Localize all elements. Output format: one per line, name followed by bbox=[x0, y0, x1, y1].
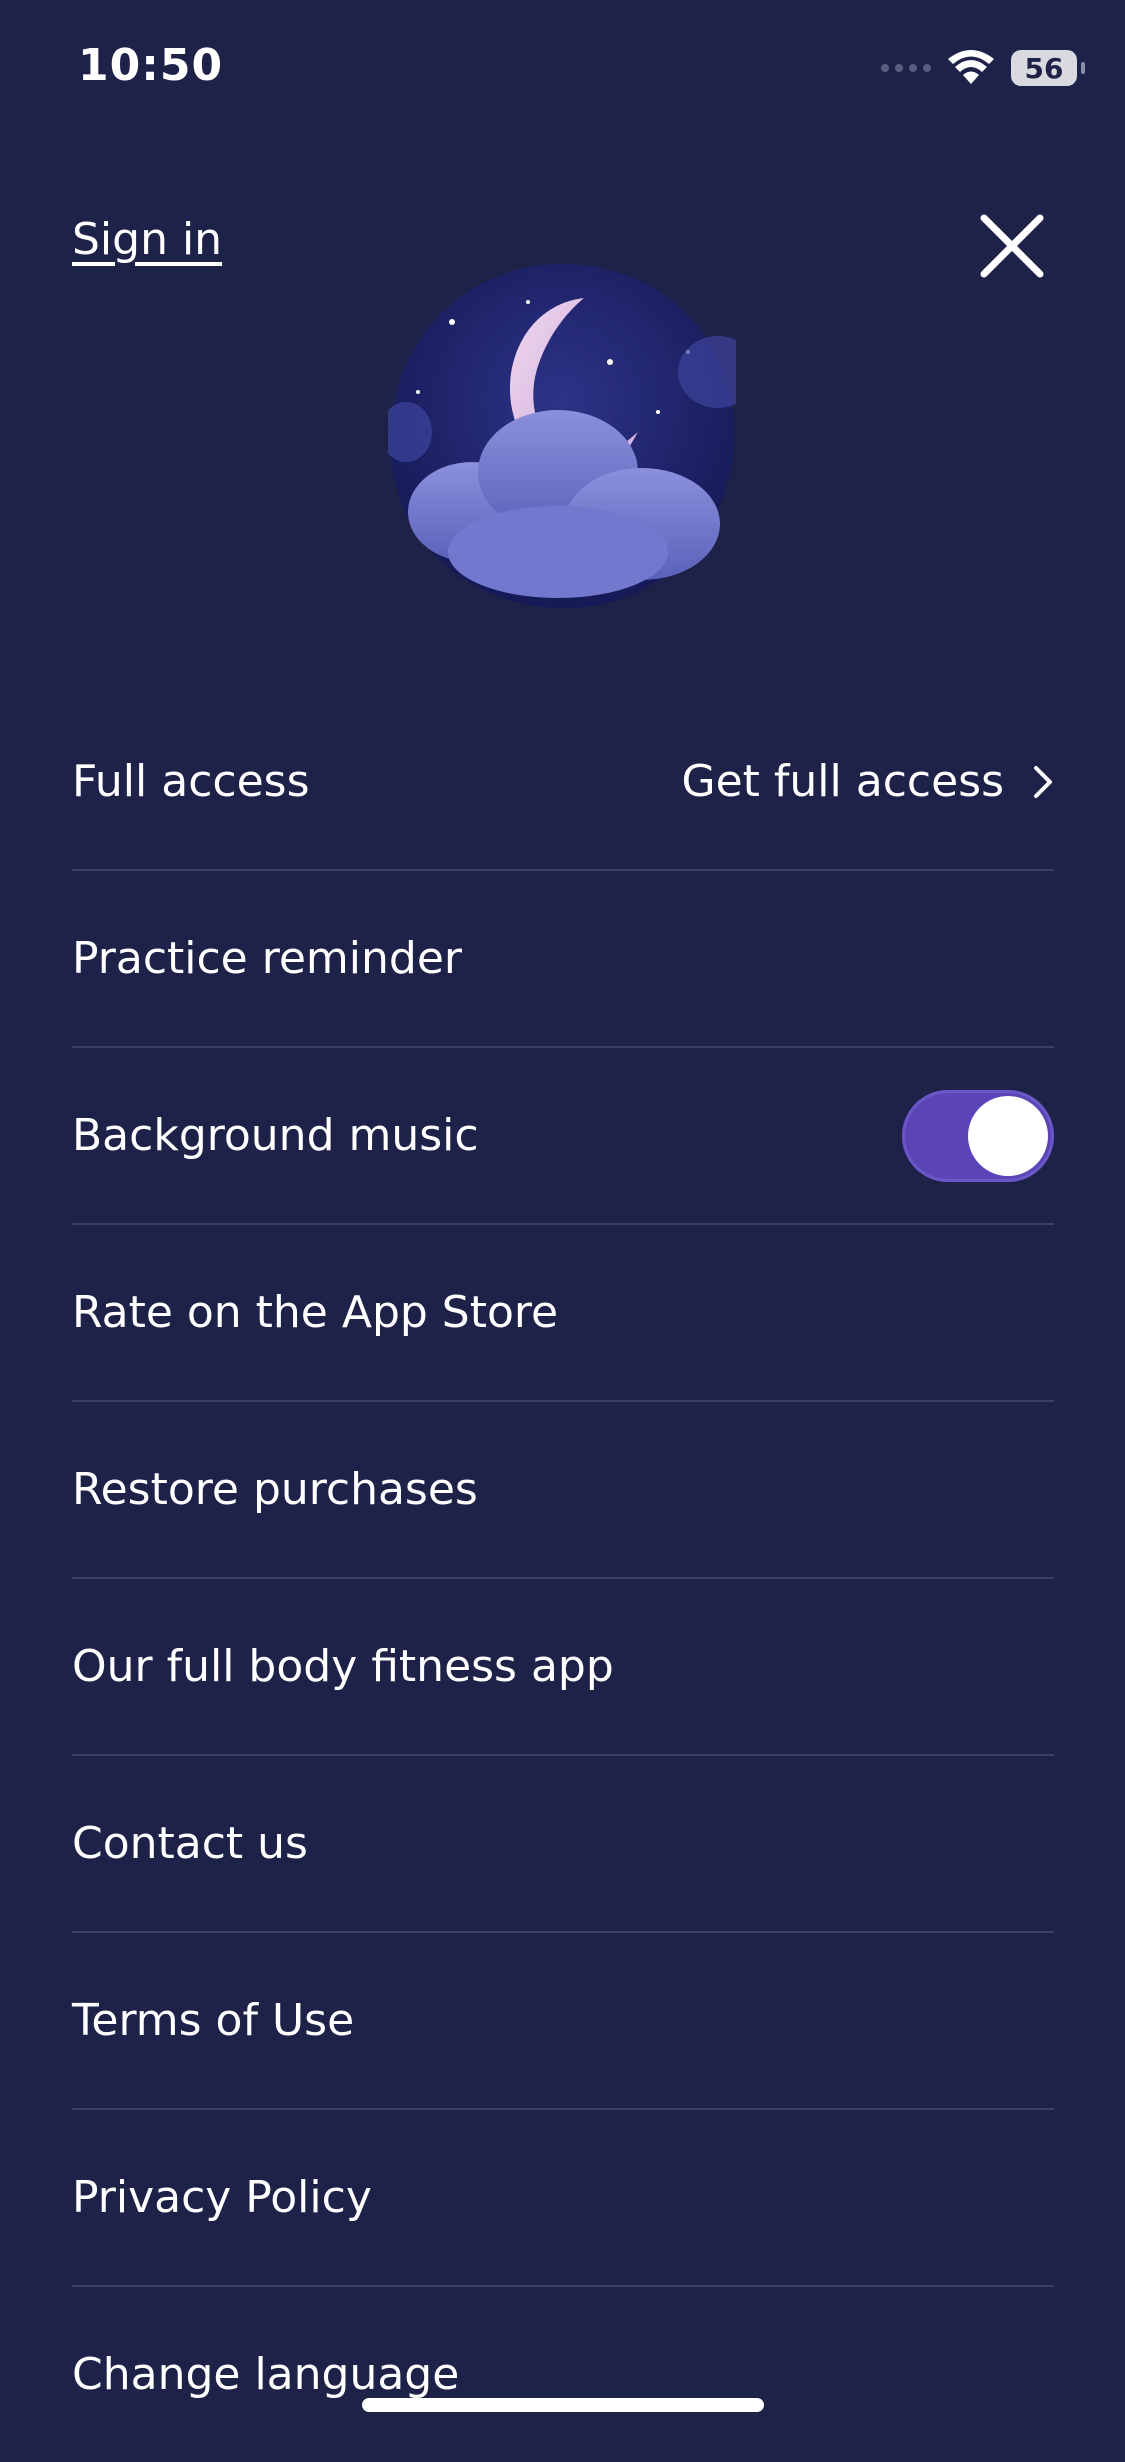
get-full-access-link[interactable]: Get full access bbox=[682, 756, 1054, 807]
settings-row-label: Change language bbox=[72, 2349, 460, 2400]
settings-row-value: Get full access bbox=[681, 756, 1004, 807]
close-icon[interactable] bbox=[976, 210, 1048, 282]
home-indicator[interactable] bbox=[362, 2398, 764, 2412]
settings-row-contact[interactable]: Contact us bbox=[72, 1756, 1054, 1933]
sign-in-link[interactable]: Sign in bbox=[72, 214, 222, 265]
settings-row-label: Terms of Use bbox=[72, 1995, 355, 2046]
settings-row-background-music: Background music bbox=[72, 1048, 1054, 1225]
settings-row-label: Privacy Policy bbox=[72, 2172, 372, 2223]
status-icons: 56 bbox=[881, 48, 1085, 88]
settings-row-practice-reminder[interactable]: Practice reminder bbox=[72, 871, 1054, 1048]
settings-row-privacy[interactable]: Privacy Policy bbox=[72, 2110, 1054, 2287]
settings-row-terms[interactable]: Terms of Use bbox=[72, 1933, 1054, 2110]
settings-row-label: Restore purchases bbox=[72, 1464, 478, 1515]
settings-row-fitness-app[interactable]: Our full body fitness app bbox=[72, 1579, 1054, 1756]
settings-list: Full access Get full access Practice rem… bbox=[72, 694, 1054, 2462]
settings-row-restore-purchases[interactable]: Restore purchases bbox=[72, 1402, 1054, 1579]
background-music-toggle[interactable] bbox=[902, 1089, 1054, 1182]
status-time: 10:50 bbox=[78, 40, 224, 91]
settings-row-label: Contact us bbox=[72, 1818, 308, 1869]
settings-row-label: Rate on the App Store bbox=[72, 1287, 559, 1338]
signal-icon bbox=[881, 48, 931, 88]
settings-row-full-access[interactable]: Full access Get full access bbox=[72, 694, 1054, 871]
settings-row-label: Our full body fitness app bbox=[72, 1641, 614, 1692]
status-bar: 10:50 56 bbox=[0, 0, 1125, 140]
moon-cloud-illustration bbox=[388, 264, 736, 608]
toggle-knob bbox=[968, 1095, 1048, 1176]
chevron-right-icon bbox=[1034, 765, 1052, 798]
settings-row-label: Background music bbox=[72, 1110, 479, 1161]
settings-row-label: Practice reminder bbox=[72, 933, 462, 984]
wifi-icon bbox=[948, 50, 994, 84]
battery-icon: 56 bbox=[1011, 50, 1085, 86]
settings-row-rate[interactable]: Rate on the App Store bbox=[72, 1225, 1054, 1402]
settings-row-label: Full access bbox=[72, 756, 310, 807]
